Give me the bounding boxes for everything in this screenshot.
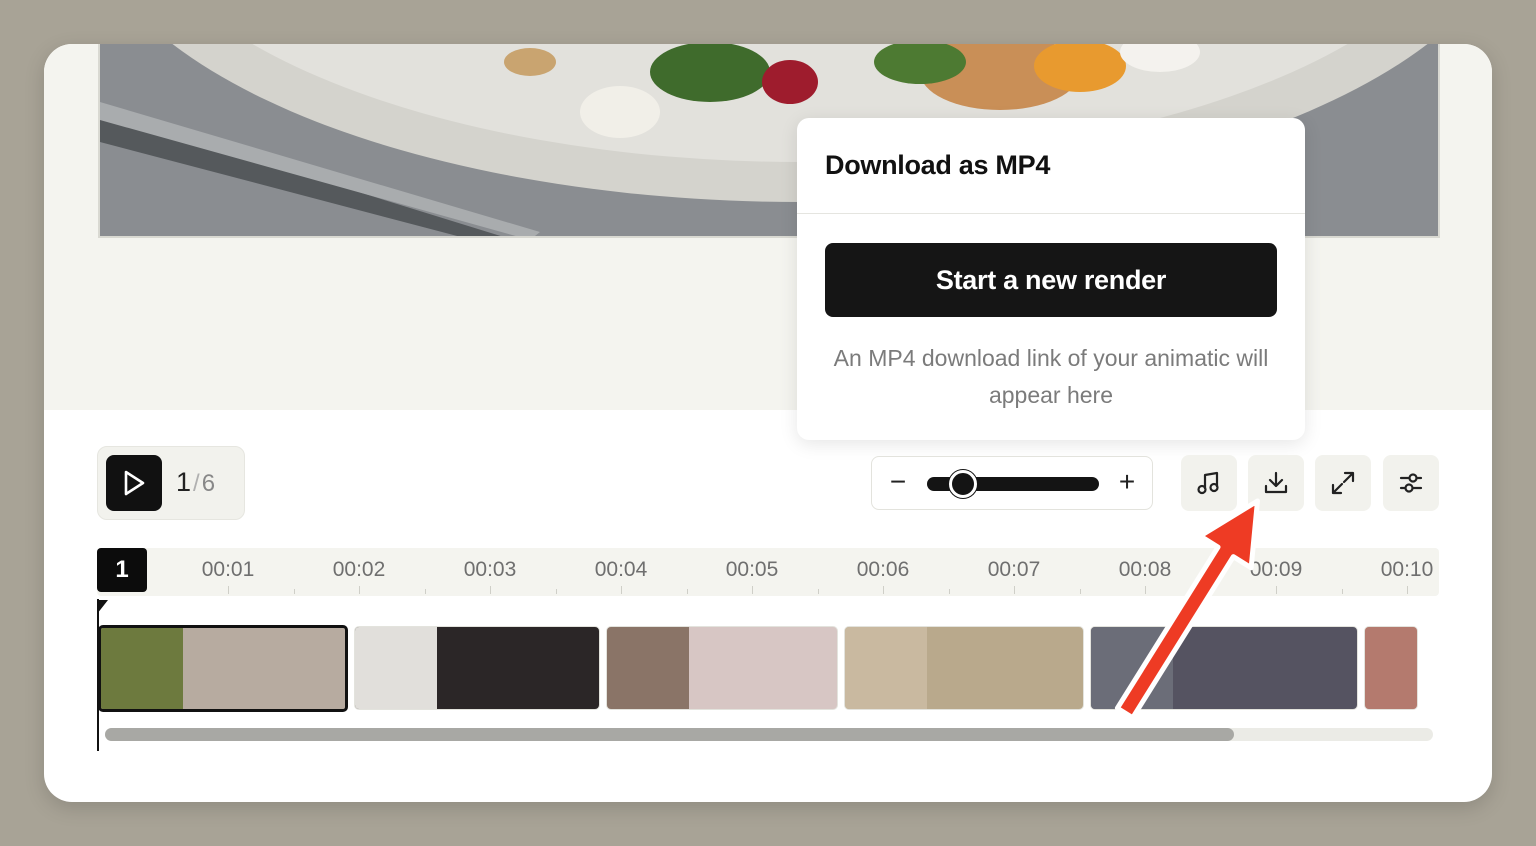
app-window: Download as MP4 Start a new render An MP… — [44, 44, 1492, 802]
zoom-slider[interactable] — [927, 470, 1099, 498]
start-render-button[interactable]: Start a new render — [825, 243, 1277, 317]
timeline-minor-tick — [293, 589, 295, 594]
timeline-tick-label: 00:03 — [463, 558, 517, 581]
download-icon — [1264, 471, 1288, 494]
timeline-tick-mark — [883, 586, 884, 594]
timeline-minor-tick — [686, 589, 688, 594]
settings-button[interactable] — [1383, 455, 1439, 511]
timeline-scrollbar-thumb[interactable] — [105, 728, 1234, 741]
playhead-line[interactable] — [97, 599, 99, 751]
timeline-minor-tick — [555, 589, 557, 594]
timeline-tick-label: 00:05 — [725, 558, 779, 581]
timeline-tick-label: 00:04 — [594, 558, 648, 581]
playhead-handle[interactable] — [97, 600, 108, 614]
timeline-tick-mark — [490, 586, 491, 594]
timeline-clip[interactable] — [606, 626, 838, 710]
timeline-tick-mark — [1014, 586, 1015, 594]
timeline-tick-label: 00:01 — [201, 558, 255, 581]
popover-divider — [797, 213, 1305, 214]
zoom-out-button[interactable]: − — [883, 467, 913, 497]
play-icon — [124, 470, 145, 496]
timeline-tick-label: 00:06 — [856, 558, 910, 581]
fullscreen-button[interactable] — [1315, 455, 1371, 511]
timeline-minor-tick — [1341, 589, 1343, 594]
counter-separator: / — [193, 470, 200, 497]
total-scenes: 6 — [201, 470, 216, 497]
current-scene: 1 — [176, 467, 192, 497]
timeline-tick-label: 00:02 — [332, 558, 386, 581]
timeline-minor-tick — [1079, 589, 1081, 594]
timeline-minor-tick — [1210, 589, 1212, 594]
music-button[interactable] — [1181, 455, 1237, 511]
timeline-ruler[interactable]: 1 00:01 00:02 00:03 00:04 00:05 00:06 00:07 00:… — [97, 548, 1439, 596]
play-button[interactable] — [106, 455, 162, 511]
timeline-clip[interactable] — [1090, 626, 1358, 710]
clip-thumbnail — [845, 627, 927, 709]
timeline-tick-mark — [359, 586, 360, 594]
scene-counter: 1/6 — [176, 467, 215, 498]
download-button[interactable] — [1248, 455, 1304, 511]
timeline-tick-mark — [621, 586, 622, 594]
clip-thumbnail — [1091, 627, 1173, 709]
clip-thumbnail — [101, 628, 183, 709]
timeline-minor-tick — [817, 589, 819, 594]
playback-controls: 1/6 — [97, 446, 245, 520]
timeline-zoom-control: − + — [871, 456, 1153, 510]
timeline-tick-mark — [752, 586, 753, 594]
popover-description: An MP4 download link of your animatic wi… — [833, 345, 1269, 408]
timeline-minor-tick — [424, 589, 426, 594]
timeline-tick-mark — [1407, 586, 1408, 594]
zoom-slider-handle[interactable] — [948, 470, 977, 498]
timeline-tick-label: 00:08 — [1118, 558, 1172, 581]
timeline-tick-mark — [1145, 586, 1146, 594]
download-popover: Download as MP4 Start a new render An MP… — [797, 118, 1305, 440]
timeline-scrollbar[interactable] — [105, 728, 1433, 741]
music-note-icon — [1197, 471, 1219, 495]
expand-icon — [1331, 471, 1355, 495]
timeline-tick-label: 00:07 — [987, 558, 1041, 581]
clip-thumbnail — [607, 627, 689, 709]
timeline-clip[interactable] — [1364, 626, 1418, 710]
scene-number-badge: 1 — [97, 548, 147, 592]
clip-thumbnail — [1365, 627, 1417, 709]
timeline-clip[interactable] — [354, 626, 600, 710]
timeline-tick-mark — [1276, 586, 1277, 594]
clip-thumbnail — [355, 627, 437, 709]
timeline-clip[interactable] — [98, 625, 348, 712]
timeline-clips — [98, 624, 1438, 714]
timeline-tick-label: 00:09 — [1249, 558, 1303, 581]
popover-title: Download as MP4 — [825, 150, 1051, 180]
timeline-tick-label: 00:10 — [1380, 558, 1434, 581]
timeline-tick-mark — [228, 586, 229, 594]
sliders-icon — [1399, 473, 1423, 493]
timeline-clip[interactable] — [844, 626, 1084, 710]
timeline-minor-tick — [948, 589, 950, 594]
zoom-in-button[interactable]: + — [1112, 467, 1142, 497]
